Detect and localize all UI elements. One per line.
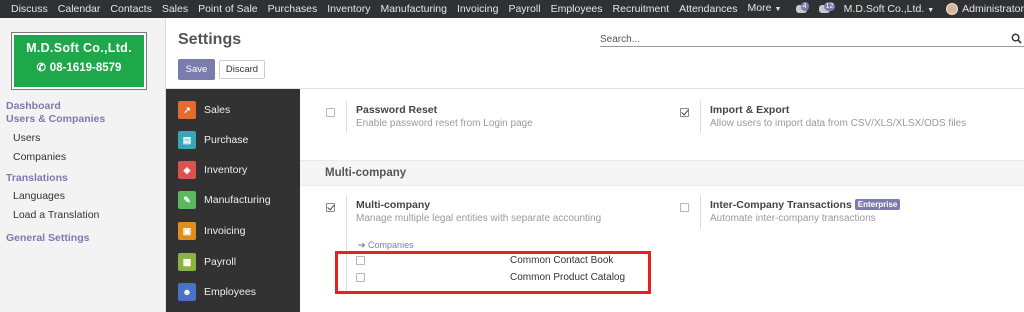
top-navbar: Discuss Calendar Contacts Sales Point of…: [0, 0, 1024, 18]
menu-item-recruitment[interactable]: Recruitment: [608, 0, 675, 18]
menu-item-calendar[interactable]: Calendar: [53, 0, 106, 18]
app-tab-purchase[interactable]: ▤ Purchase: [166, 125, 300, 155]
settings-apps-panel: ↗ Sales ▤ Purchase ◈ Inventory ✎ Manufac…: [166, 89, 300, 312]
app-tab-label: Inventory: [204, 164, 248, 176]
search-bar: [600, 32, 1024, 47]
inter-company-desc: Automate inter-company transactions: [710, 213, 876, 224]
app-tab-label: Sales: [204, 104, 231, 116]
highlight-annotation-box: [335, 251, 651, 294]
app-tab-inventory[interactable]: ◈ Inventory: [166, 155, 300, 185]
app-tab-employees[interactable]: ☻ Employees: [166, 277, 300, 307]
menu-item-employees[interactable]: Employees: [546, 0, 608, 18]
password-reset-checkbox[interactable]: [326, 108, 335, 117]
import-export-desc: Allow users to import data from CSV/XLS/…: [710, 118, 967, 129]
menu-item-manufacturing[interactable]: Manufacturing: [375, 0, 452, 18]
menu-item-more[interactable]: More ▼: [743, 0, 787, 19]
menu-item-inventory[interactable]: Inventory: [322, 0, 375, 18]
setting-divider: [700, 101, 701, 133]
phone-icon: ✆: [36, 62, 46, 74]
menu-item-payroll[interactable]: Payroll: [503, 0, 545, 18]
import-export-title: Import & Export: [710, 104, 790, 116]
arrow-right-icon: ➔: [358, 240, 369, 250]
password-reset-desc: Enable password reset from Login page: [356, 118, 533, 129]
import-export-checkbox[interactable]: [680, 108, 689, 117]
activities-button[interactable]: 4: [795, 2, 809, 13]
inter-company-checkbox[interactable]: [680, 203, 689, 212]
companies-link[interactable]: ➔ Companies: [358, 240, 414, 251]
invoicing-icon: ▣: [178, 222, 196, 240]
section-title: Multi-company: [325, 167, 407, 179]
sidebar-nav: Dashboard Users & Companies Users Compan…: [0, 100, 166, 251]
setting-divider: [346, 101, 347, 133]
purchase-icon: ▤: [178, 131, 196, 149]
user-avatar[interactable]: [946, 3, 959, 15]
app-tab-label: Purchase: [204, 134, 249, 146]
manufacturing-icon: ✎: [178, 191, 196, 209]
companies-link-label: Companies: [368, 240, 414, 250]
save-button[interactable]: Save: [178, 59, 215, 80]
sidebar-item-general-settings[interactable]: General Settings: [0, 225, 166, 251]
multi-company-checkbox[interactable]: [326, 203, 335, 212]
discard-button[interactable]: Discard: [219, 60, 265, 79]
sidebar-item-dashboard[interactable]: Dashboard: [0, 100, 166, 113]
caret-down-icon: ▼: [774, 6, 782, 13]
settings-content: Password Reset Enable password reset fro…: [300, 89, 1024, 312]
inventory-icon: ◈: [178, 161, 196, 179]
systray: 4 12 M.D.Soft Co.,Ltd. ▼ Administrator: [790, 0, 1024, 18]
menu-item-invoicing[interactable]: Invoicing: [452, 0, 503, 18]
menu-item-attendances[interactable]: Attendances: [674, 0, 742, 18]
menu-item-purchases[interactable]: Purchases: [263, 0, 323, 18]
menu-item-contacts[interactable]: Contacts: [105, 0, 156, 18]
inter-company-title-text: Inter-Company Transactions: [710, 199, 852, 211]
setting-divider: [700, 195, 701, 229]
activities-count-badge: 4: [800, 2, 809, 11]
more-label: More: [747, 2, 772, 14]
app-menu: Discuss Calendar Contacts Sales Point of…: [0, 0, 786, 19]
section-header-multi-company: Multi-company: [300, 160, 1024, 186]
sidebar-item-users[interactable]: Users: [0, 129, 166, 148]
company-logo: M.D.Soft Co.,Ltd. ✆ 08-1619-8579: [11, 32, 147, 90]
caret-down-icon: ▼: [927, 7, 935, 14]
app-tab-label: Manufacturing: [204, 194, 271, 206]
enterprise-badge: Enterprise: [854, 199, 901, 210]
app-tab-label: Employees: [204, 286, 256, 298]
sidebar-item-companies[interactable]: Companies: [0, 148, 166, 167]
multi-company-title: Multi-company: [356, 199, 431, 211]
inter-company-title: Inter-Company Transactions Enterprise: [710, 199, 901, 211]
menu-item-discuss[interactable]: Discuss: [6, 0, 53, 18]
app-tab-manufacturing[interactable]: ✎ Manufacturing: [166, 185, 300, 215]
sidebar-item-languages[interactable]: Languages: [0, 187, 166, 206]
menu-item-sales[interactable]: Sales: [157, 0, 193, 18]
logo-phone: ✆ 08-1619-8579: [14, 61, 144, 74]
page-title: Settings: [178, 31, 242, 48]
logo-phone-number: 08-1619-8579: [49, 62, 122, 74]
messages-count-badge: 12: [823, 2, 836, 11]
app-tab-payroll[interactable]: ▦ Payroll: [166, 247, 300, 277]
payroll-icon: ▦: [178, 253, 196, 271]
sidebar-item-load-translation[interactable]: Load a Translation: [0, 206, 166, 225]
sidebar-item-translations[interactable]: Translations: [0, 170, 166, 187]
company-switcher[interactable]: M.D.Soft Co.,Ltd. ▼: [844, 3, 934, 15]
app-tab-label: Invoicing: [204, 225, 246, 237]
sales-icon: ↗: [178, 101, 196, 119]
company-switcher-label: M.D.Soft Co.,Ltd.: [843, 3, 925, 15]
app-tab-label: Payroll: [204, 256, 237, 268]
multi-company-desc: Manage multiple legal entities with sepa…: [356, 213, 602, 224]
password-reset-title: Password Reset: [356, 104, 438, 116]
search-icon[interactable]: [1011, 33, 1022, 44]
sidebar-item-users-companies[interactable]: Users & Companies: [0, 113, 166, 126]
logo-company-name: M.D.Soft Co.,Ltd.: [26, 41, 132, 55]
settings-sidebar: M.D.Soft Co.,Ltd. ✆ 08-1619-8579 Dashboar…: [0, 18, 166, 312]
app-tab-sales[interactable]: ↗ Sales: [166, 95, 300, 125]
employees-icon: ☻: [178, 283, 196, 301]
menu-item-point-of-sale[interactable]: Point of Sale: [193, 0, 263, 18]
messages-button[interactable]: 12: [818, 2, 836, 13]
search-input[interactable]: [600, 32, 1000, 46]
user-menu[interactable]: Administrator: [962, 3, 1024, 15]
app-tab-invoicing[interactable]: ▣ Invoicing: [166, 216, 300, 246]
